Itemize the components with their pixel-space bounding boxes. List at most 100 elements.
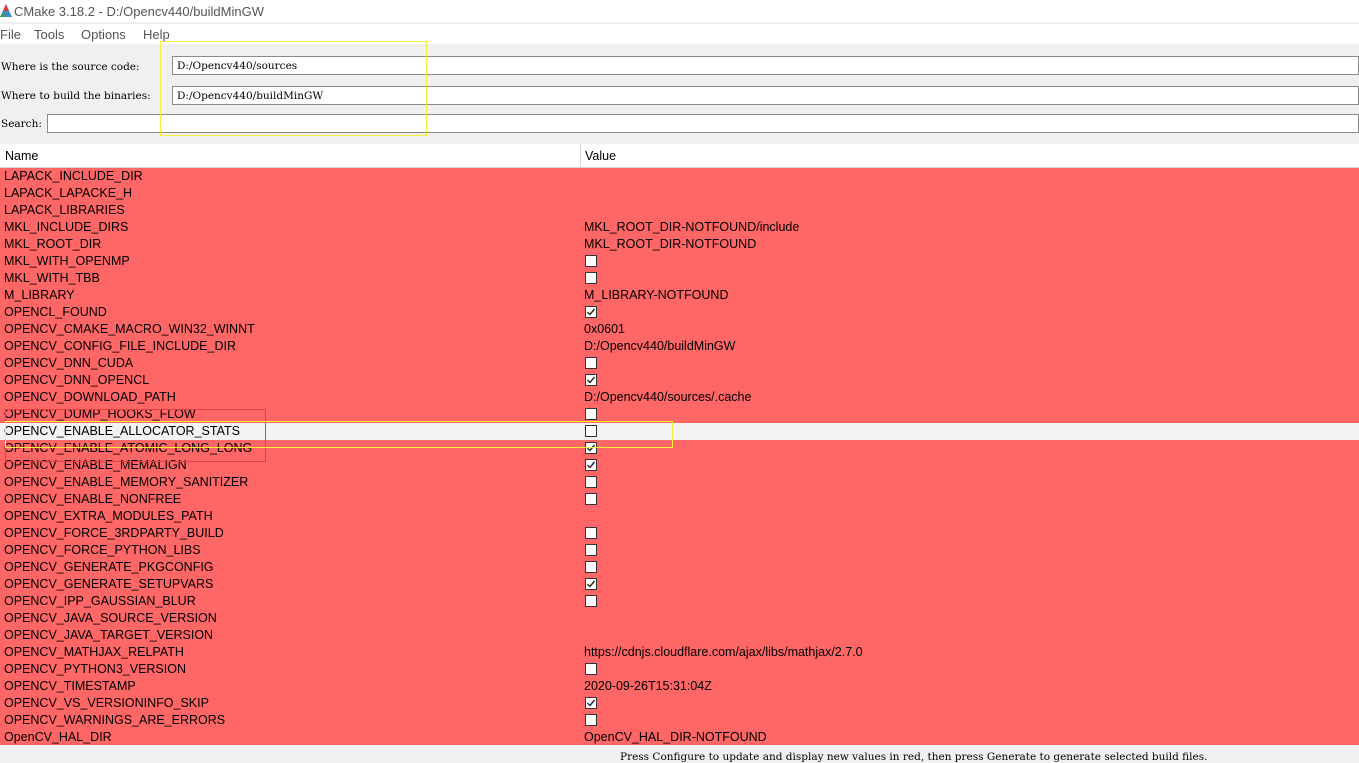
cache-var-name: OPENCV_EXTRA_MODULES_PATH [4,509,213,523]
window-title: CMake 3.18.2 - D:/Opencv440/buildMinGW [14,4,264,19]
value-checkbox[interactable] [585,476,597,488]
check-icon [587,376,596,384]
source-path-input[interactable]: D:/Opencv440/sources [172,56,1359,75]
table-row[interactable]: OPENCV_TIMESTAMP 2020-09-26T15:31:04Z [0,678,1359,695]
table-row[interactable]: OPENCL_FOUND [0,304,1359,321]
value-checkbox[interactable] [585,357,597,369]
cache-var-value[interactable]: https://cdnjs.cloudflare.com/ajax/libs/m… [584,645,863,659]
column-header-value[interactable]: Value [585,149,616,163]
table-row[interactable]: MKL_INCLUDE_DIRS MKL_ROOT_DIR-NOTFOUND/in… [0,219,1359,236]
menu-options[interactable]: Options [81,27,126,42]
table-row[interactable]: OPENCV_DUMP_HOOKS_FLOW [0,406,1359,423]
cache-var-value[interactable]: OpenCV_HAL_DIR-NOTFOUND [584,730,767,744]
table-row[interactable]: MKL_WITH_OPENMP [0,253,1359,270]
table-row[interactable]: OPENCV_ENABLE_ATOMIC_LONG_LONG [0,440,1359,457]
table-row[interactable]: OPENCV_PYTHON3_VERSION [0,661,1359,678]
table-row[interactable]: OPENCV_CONFIG_FILE_INCLUDE_DIR D:/Opencv4… [0,338,1359,355]
table-row[interactable]: LAPACK_INCLUDE_DIR [0,168,1359,185]
value-checkbox[interactable] [585,459,597,471]
build-path-input[interactable]: D:/Opencv440/buildMinGW [172,86,1359,105]
value-checkbox[interactable] [585,493,597,505]
search-input[interactable] [47,114,1359,133]
cache-var-name: OPENCV_DUMP_HOOKS_FLOW [4,407,196,421]
table-row[interactable]: OPENCV_ENABLE_MEMORY_SANITIZER [0,474,1359,491]
value-checkbox[interactable] [585,442,597,454]
table-row[interactable]: OPENCV_EXTRA_MODULES_PATH [0,508,1359,525]
table-row[interactable]: OPENCV_WARNINGS_ARE_ERRORS [0,712,1359,729]
cache-var-name: OpenCV_HAL_DIR [4,730,112,744]
menu-file[interactable]: File [0,27,21,42]
cache-var-name: MKL_WITH_OPENMP [4,254,130,268]
cache-var-name: MKL_WITH_TBB [4,271,100,285]
value-checkbox[interactable] [585,663,597,675]
value-checkbox[interactable] [585,408,597,420]
table-row[interactable]: OPENCV_IPP_GAUSSIAN_BLUR [0,593,1359,610]
table-row[interactable]: LAPACK_LAPACKE_H [0,185,1359,202]
value-checkbox[interactable] [585,697,597,709]
value-checkbox[interactable] [585,425,597,437]
source-label: Where is the source code: [1,61,140,73]
cache-var-value[interactable]: 0x0601 [584,322,625,336]
table-row[interactable]: OPENCV_GENERATE_SETUPVARS [0,576,1359,593]
value-checkbox[interactable] [585,272,597,284]
cache-var-name: LAPACK_LIBRARIES [4,203,125,217]
table-row[interactable]: OPENCV_ENABLE_MEMALIGN [0,457,1359,474]
cache-var-value[interactable]: 2020-09-26T15:31:04Z [584,679,712,693]
table-row[interactable]: OpenCV_HAL_DIR OpenCV_HAL_DIR-NOTFOUND [0,729,1359,745]
table-row[interactable]: OPENCV_VS_VERSIONINFO_SKIP [0,695,1359,712]
value-checkbox[interactable] [585,561,597,573]
cache-var-value[interactable]: MKL_ROOT_DIR-NOTFOUND/include [584,220,799,234]
table-row[interactable]: MKL_WITH_TBB [0,270,1359,287]
status-bar: Press Configure to update and display ne… [0,745,1359,763]
table-row[interactable]: OPENCV_FORCE_3RDPARTY_BUILD [0,525,1359,542]
cache-var-value[interactable]: D:/Opencv440/sources/.cache [584,390,751,404]
cache-var-value[interactable]: D:/Opencv440/buildMinGW [584,339,735,353]
cache-var-name: M_LIBRARY [4,288,75,302]
value-checkbox[interactable] [585,714,597,726]
menu-help[interactable]: Help [143,27,170,42]
table-row[interactable]: OPENCV_FORCE_PYTHON_LIBS [0,542,1359,559]
column-header-name[interactable]: Name [5,149,38,163]
cmake-triangle-icon [0,4,12,17]
cache-var-name: OPENCV_JAVA_SOURCE_VERSION [4,611,217,625]
column-divider[interactable] [580,144,581,168]
cache-var-name: LAPACK_LAPACKE_H [4,186,133,200]
cache-var-name: OPENCV_VS_VERSIONINFO_SKIP [4,696,209,710]
search-label: Search: [1,118,42,130]
check-icon [587,308,596,316]
table-row[interactable]: OPENCV_JAVA_SOURCE_VERSION [0,610,1359,627]
cache-var-name: OPENCV_GENERATE_PKGCONFIG [4,560,214,574]
build-path-value: D:/Opencv440/buildMinGW [177,90,324,102]
table-row[interactable]: OPENCV_DNN_CUDA [0,355,1359,372]
table-row[interactable]: LAPACK_LIBRARIES [0,202,1359,219]
check-icon [587,580,596,588]
cache-var-value[interactable]: MKL_ROOT_DIR-NOTFOUND [584,237,756,251]
value-checkbox[interactable] [585,595,597,607]
table-row[interactable]: OPENCV_MATHJAX_RELPATH https://cdnjs.clou… [0,644,1359,661]
value-checkbox[interactable] [585,255,597,267]
table-row[interactable]: OPENCV_JAVA_TARGET_VERSION [0,627,1359,644]
cache-var-name: OPENCV_IPP_GAUSSIAN_BLUR [4,594,196,608]
cache-var-name: OPENCV_JAVA_TARGET_VERSION [4,628,214,642]
table-row[interactable]: OPENCV_DOWNLOAD_PATH D:/Opencv440/sources… [0,389,1359,406]
table-row[interactable]: OPENCV_GENERATE_PKGCONFIG [0,559,1359,576]
cache-var-value[interactable]: M_LIBRARY-NOTFOUND [584,288,728,302]
value-checkbox[interactable] [585,306,597,318]
value-checkbox[interactable] [585,527,597,539]
table-row[interactable]: OPENCV_ENABLE_ALLOCATOR_STATS [0,423,1359,440]
cache-var-name: OPENCV_CONFIG_FILE_INCLUDE_DIR [4,339,237,353]
table-row[interactable]: MKL_ROOT_DIR MKL_ROOT_DIR-NOTFOUND [0,236,1359,253]
value-checkbox[interactable] [585,578,597,590]
menu-tools[interactable]: Tools [34,27,64,42]
title-bar: CMake 3.18.2 - D:/Opencv440/buildMinGW [0,0,1359,22]
value-checkbox[interactable] [585,544,597,556]
table-row[interactable]: OPENCV_ENABLE_NONFREE [0,491,1359,508]
cache-var-name: OPENCV_DOWNLOAD_PATH [4,390,176,404]
cache-var-name: OPENCV_PYTHON3_VERSION [4,662,186,676]
cache-var-name: OPENCL_FOUND [4,305,107,319]
table-row[interactable]: M_LIBRARY M_LIBRARY-NOTFOUND [0,287,1359,304]
table-row[interactable]: OPENCV_DNN_OPENCL [0,372,1359,389]
table-row[interactable]: OPENCV_CMAKE_MACRO_WIN32_WINNT 0x0601 [0,321,1359,338]
cache-var-name: OPENCV_ENABLE_ALLOCATOR_STATS [4,424,240,438]
value-checkbox[interactable] [585,374,597,386]
